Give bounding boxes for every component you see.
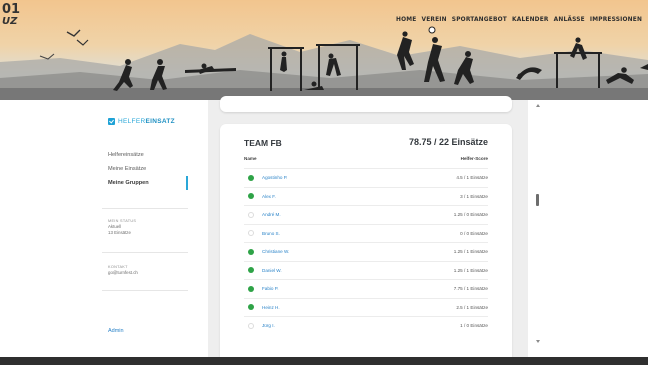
member-name[interactable]: Daniel W. [262,268,282,273]
member-row: Alex F. 3 / 1 Einsätze [244,186,488,206]
status-dot [248,267,254,274]
admin-link[interactable]: Admin [108,328,124,334]
member-row: Christiane W. 1.25 / 1 Einsätze [244,242,488,261]
status-block: MEIN STATUS Aktuell 13 Einsätze [108,218,136,236]
sidebar-menu: Helfereinsätze Meine Einsätze Meine Grup… [102,148,188,190]
member-list: Agostinho P. 4.5 / 1 Einsätze Alex F. 3 … [244,168,488,335]
nav-verein[interactable]: VEREIN [421,15,446,23]
status-line-2: 13 Einsätze [108,230,131,235]
status-dot [248,304,254,311]
sidebar-divider [102,208,188,209]
brand-suffix: EINSATZ [145,118,175,125]
scroll-down-arrow-icon[interactable] [536,340,540,343]
header-banner: 01 UZ HOME VEREIN SPORTANGEBOT KALENDER … [0,0,648,100]
nav-kalender[interactable]: KALENDER [512,15,549,23]
kontakt-block: KONTAKT go@turnfest.ch [108,264,138,276]
member-name[interactable]: Christiane W. [262,249,289,254]
nav-sportangebot[interactable]: SPORTANGEBOT [452,15,507,23]
brand-text: HELFEREINSATZ [118,118,175,125]
status-dot [248,322,254,329]
member-score: 1 / 0 Einsätze [460,323,488,329]
logo-line-2: UZ [2,16,18,27]
sidebar-item-meine-einsaetze[interactable]: Meine Einsätze [102,162,188,176]
status-dot [248,230,254,237]
member-row: André M. 1.25 / 0 Einsätze [244,205,488,224]
member-name[interactable]: Agostinho P. [262,175,287,180]
member-row: Jürg I. 1 / 0 Einsätze [244,316,488,335]
page-scrollbar[interactable] [533,100,543,350]
scrollbar-thumb[interactable] [536,194,539,206]
member-row: Heinz H. 2.5 / 1 Einsätze [244,297,488,317]
member-score: 3 / 1 Einsätze [460,193,488,199]
sidebar-divider [102,290,188,291]
member-name[interactable]: André M. [262,212,281,217]
nav-anlaesse[interactable]: ANLÄSSE [554,15,585,23]
site-logo[interactable]: 01 UZ [2,2,21,28]
nav-impressionen[interactable]: IMPRESSIONEN [590,15,642,23]
previous-card-bottom [220,96,512,112]
scroll-up-arrow-icon[interactable] [536,104,540,107]
status-dot [248,211,254,218]
sidebar-divider [102,252,188,253]
sidebar-item-meine-gruppen[interactable]: Meine Gruppen [102,176,188,190]
team-card: TEAM FB 78.75 / 22 Einsätze Name Helfer-… [220,124,512,364]
page: 01 UZ HOME VEREIN SPORTANGEBOT KALENDER … [0,0,648,365]
member-score: 7.75 / 1 Einsätze [453,286,488,292]
sidebar-item-helfereinsaetze[interactable]: Helfereinsätze [102,148,188,162]
content-area: TEAM FB 78.75 / 22 Einsätze Name Helfer-… [208,96,528,364]
member-score: 1.25 / 1 Einsätze [453,267,488,273]
member-name[interactable]: Alex F. [262,194,276,199]
member-score: 1.25 / 0 Einsätze [453,212,488,218]
member-row: Bruno S. 0 / 0 Einsätze [244,223,488,243]
kontakt-email[interactable]: go@turnfest.ch [108,270,138,276]
member-row: Daniel W. 1.25 / 1 Einsätze [244,260,488,280]
team-title: TEAM FB [244,138,282,148]
member-score: 1.25 / 1 Einsätze [453,249,488,255]
status-dot [248,248,254,255]
status-dot [248,174,254,181]
column-header-score: Helfer-Score [460,156,488,161]
member-name[interactable]: Bruno S. [262,231,280,236]
member-score: 0 / 0 Einsätze [460,230,488,236]
member-row: Fabio P. 7.75 / 1 Einsätze [244,279,488,298]
member-score: 2.5 / 1 Einsätze [456,304,488,310]
helfereinsatz-logo[interactable]: HELFEREINSATZ [108,118,175,125]
main-navigation: HOME VEREIN SPORTANGEBOT KALENDER ANLÄSS… [396,15,642,23]
footer-bar [0,357,648,365]
checkbox-logo-icon [108,118,115,125]
nav-home[interactable]: HOME [396,15,416,23]
brand-prefix: HELFER [118,118,146,125]
status-dot [248,193,254,200]
team-total: 78.75 / 22 Einsätze [408,137,488,147]
member-name[interactable]: Fabio P. [262,286,279,291]
member-name[interactable]: Jürg I. [262,323,275,328]
logo-line-1: 01 [2,2,21,17]
column-header-name: Name [244,156,257,161]
member-score: 4.5 / 1 Einsätze [456,175,488,181]
main-area: HELFEREINSATZ Helfereinsätze Meine Einsä… [0,96,648,364]
status-dot [248,285,254,292]
member-row: Agostinho P. 4.5 / 1 Einsätze [244,168,488,187]
sidebar: HELFEREINSATZ Helfereinsätze Meine Einsä… [102,100,188,360]
member-name[interactable]: Heinz H. [262,305,280,310]
